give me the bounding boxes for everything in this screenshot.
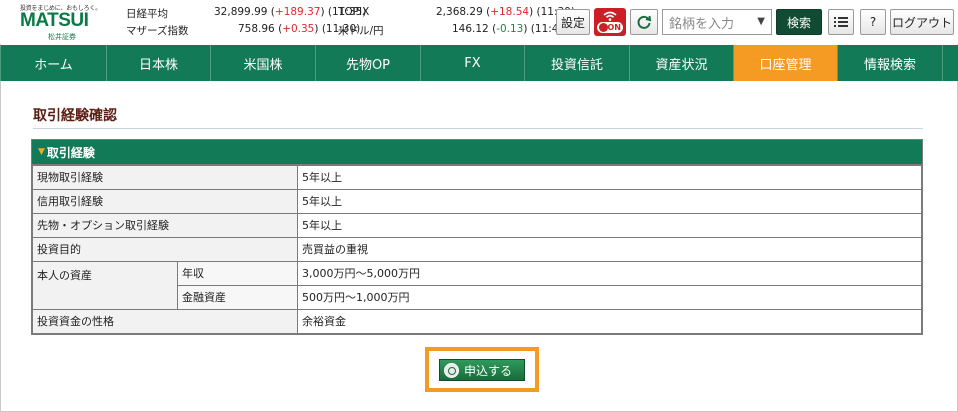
ticker-name-mothers: マザーズ指数 — [126, 25, 189, 37]
stock-search-input[interactable]: 銘柄を入力 ▼ — [662, 9, 772, 35]
apply-button-label: 申込する — [464, 363, 513, 378]
ticker-value: 32,899.99 — [214, 6, 268, 18]
nav-us-stocks[interactable]: 米国株 — [211, 45, 316, 81]
ticker-change: +18.54 — [490, 6, 530, 18]
on-label: ON — [607, 23, 622, 32]
table-row: 現物取引経験 5年以上 — [32, 164, 922, 190]
ticker-value: 758.96 — [238, 23, 275, 35]
row-value: 3,000万円～5,000万円 — [297, 260, 922, 286]
table-row: 信用取引経験 5年以上 — [32, 188, 922, 214]
circle-target-icon — [444, 362, 459, 378]
main-nav: ホーム 日本株 米国株 先物OP FX 投資信託 資産状況 口座管理 情報検索 — [0, 45, 958, 81]
ticker-name-nikkei: 日経平均 — [126, 8, 168, 20]
row-value: 売買益の重視 — [297, 236, 922, 262]
ticker-change: +189.37 — [274, 6, 321, 18]
header: 投資をまじめに、おもしろく。 MATSUI 松井証券 日経平均 32,899.9… — [0, 0, 958, 44]
ticker-topix: 2,368.29 (+18.54) (11:30) — [436, 6, 575, 18]
ticker-change: +0.35 — [282, 23, 315, 35]
wifi-icon — [603, 11, 617, 21]
nav-account-management[interactable]: 口座管理 — [734, 45, 838, 81]
panel-title: 取引経験 — [46, 145, 95, 160]
triangle-down-icon: ▼ — [38, 147, 45, 157]
row-value: 5年以上 — [297, 188, 922, 214]
experience-table: 現物取引経験 5年以上 信用取引経験 5年以上 先物・オプション取引経験 5年以… — [32, 164, 922, 334]
row-value: 余裕資金 — [297, 308, 922, 334]
panel-header: ▼ 取引経験 — [32, 140, 922, 164]
on-switch: ON — [597, 22, 623, 33]
title-divider — [33, 128, 923, 129]
assets-group-label: 本人の資産 — [32, 260, 178, 310]
ticker-name-topix: TOPIX — [338, 6, 370, 18]
refresh-icon — [637, 15, 652, 29]
row-label: 投資目的 — [32, 236, 298, 262]
row-value: 500万円～1,000万円 — [297, 284, 922, 310]
search-placeholder: 銘柄を入力 — [669, 16, 735, 32]
nav-asset-status[interactable]: 資産状況 — [630, 45, 734, 81]
nav-japan-stocks[interactable]: 日本株 — [107, 45, 211, 81]
ticker-change: -0.13 — [496, 23, 524, 35]
row-sublabel: 年収 — [177, 260, 298, 286]
row-label: 信用取引経験 — [32, 188, 298, 214]
page-title: 取引経験確認 — [33, 108, 117, 124]
nav-fx[interactable]: FX — [421, 45, 525, 81]
row-label: 投資資金の性格 — [32, 308, 298, 334]
submit-highlight: 申込する — [425, 347, 539, 392]
switch-knob — [599, 23, 608, 32]
ticker-value: 146.12 — [452, 23, 489, 35]
logo-brand-sub: 松井証券 — [48, 33, 76, 41]
nav-info-search[interactable]: 情報検索 — [838, 45, 943, 81]
row-value: 5年以上 — [297, 164, 922, 190]
nav-investment-trusts[interactable]: 投資信託 — [525, 45, 630, 81]
matsui-logo[interactable]: 投資をまじめに、おもしろく。 MATSUI 松井証券 — [20, 3, 104, 41]
nav-futures-options[interactable]: 先物OP — [316, 45, 421, 81]
table-row: 先物・オプション取引経験 5年以上 — [32, 212, 922, 238]
row-label: 先物・オプション取引経験 — [32, 212, 298, 238]
settings-button[interactable]: 設定 — [556, 9, 590, 35]
ticker-usdjpy: 146.12 (-0.13) (11:42) — [452, 23, 570, 35]
push-notification-toggle[interactable]: ON — [594, 8, 626, 36]
menu-button[interactable] — [828, 9, 854, 35]
nav-home[interactable]: ホーム — [0, 45, 107, 81]
apply-button[interactable]: 申込する — [439, 359, 525, 381]
row-value: 5年以上 — [297, 212, 922, 238]
trading-experience-panel: ▼ 取引経験 現物取引経験 5年以上 信用取引経験 5年以上 先物・オプション取… — [31, 139, 923, 335]
list-menu-icon — [834, 17, 848, 27]
help-button[interactable]: ? — [860, 9, 886, 35]
ticker-name-usdjpy: 米ドル/円 — [338, 25, 384, 37]
table-row: 投資資金の性格 余裕資金 — [32, 308, 922, 334]
search-button[interactable]: 検索 — [776, 9, 822, 35]
refresh-button[interactable] — [630, 9, 658, 35]
logo-brand: MATSUI — [20, 10, 89, 31]
chevron-down-icon[interactable]: ▼ — [757, 16, 765, 27]
ticker-value: 2,368.29 — [436, 6, 483, 18]
logout-button[interactable]: ログアウト — [890, 9, 954, 35]
row-label: 現物取引経験 — [32, 164, 298, 190]
table-row: 本人の資産 年収 3,000万円～5,000万円 — [32, 260, 922, 310]
row-sublabel: 金融資産 — [177, 284, 298, 310]
table-row: 投資目的 売買益の重視 — [32, 236, 922, 262]
